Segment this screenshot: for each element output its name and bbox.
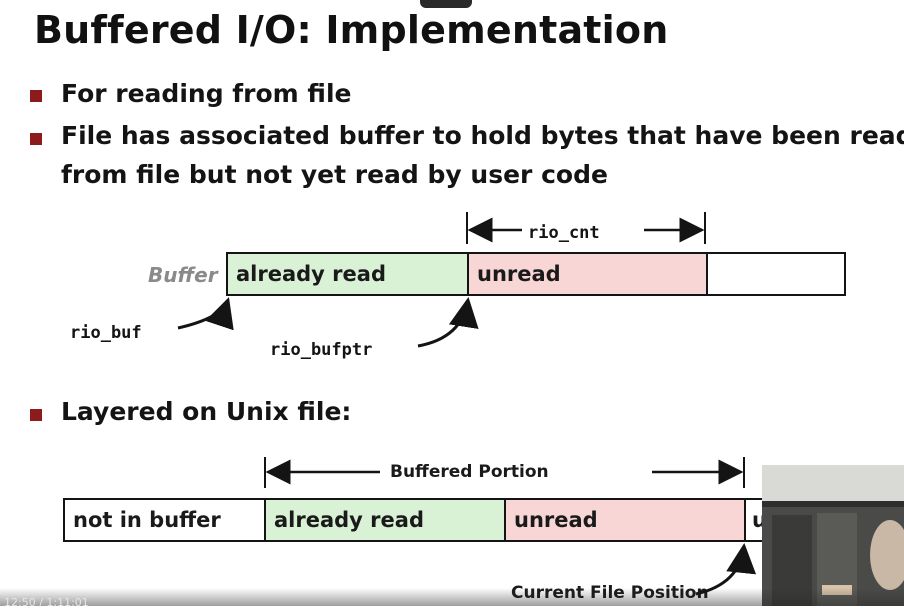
file-already-read-cell: already read [266,500,506,540]
bullet-buffer-line2: from file but not yet read by user code [61,160,608,189]
window-handle[interactable] [420,0,472,8]
file-row: not in buffer already read unread u [63,498,783,542]
buffer-label: Buffer [148,263,218,287]
slide-title: Buffered I/O: Implementation [34,8,669,52]
bullet-buffer-line1: File has associated buffer to hold bytes… [61,121,904,150]
unread-label: unread [477,262,561,286]
bullet-square-icon [30,133,42,145]
webcam-thumbnail[interactable] [762,465,904,606]
not-in-buffer-cell: not in buffer [65,500,266,540]
webcam-image-icon [762,465,904,606]
file-already-read-label: already read [274,508,424,532]
rio-cnt-label: rio_cnt [528,223,600,243]
empty-cell [708,254,844,294]
bullet-reading: For reading from file [61,79,352,108]
not-in-buffer-label: not in buffer [73,508,221,532]
bullet-square-icon [30,90,42,102]
file-unread-label: unread [514,508,598,532]
video-controls-bar[interactable] [0,588,904,606]
buffer-row: already read unread [226,252,846,296]
unread-cell: unread [469,254,708,294]
already-read-label: already read [236,262,386,286]
already-read-cell: already read [228,254,469,294]
rio-bufptr-arrow [417,297,479,348]
slide: Buffered I/O: Implementation For reading… [0,0,904,609]
file-unread-cell: unread [506,500,746,540]
bullet-square-icon [30,409,42,421]
bullet-layered: Layered on Unix file: [61,397,352,426]
video-time-display: 12:50 / 1:11:01 [4,596,89,609]
rio-buf-label: rio_buf [70,323,142,343]
buffered-portion-label: Buffered Portion [390,462,549,482]
rio-bufptr-label: rio_bufptr [270,340,373,360]
rio-buf-arrow [177,297,234,331]
